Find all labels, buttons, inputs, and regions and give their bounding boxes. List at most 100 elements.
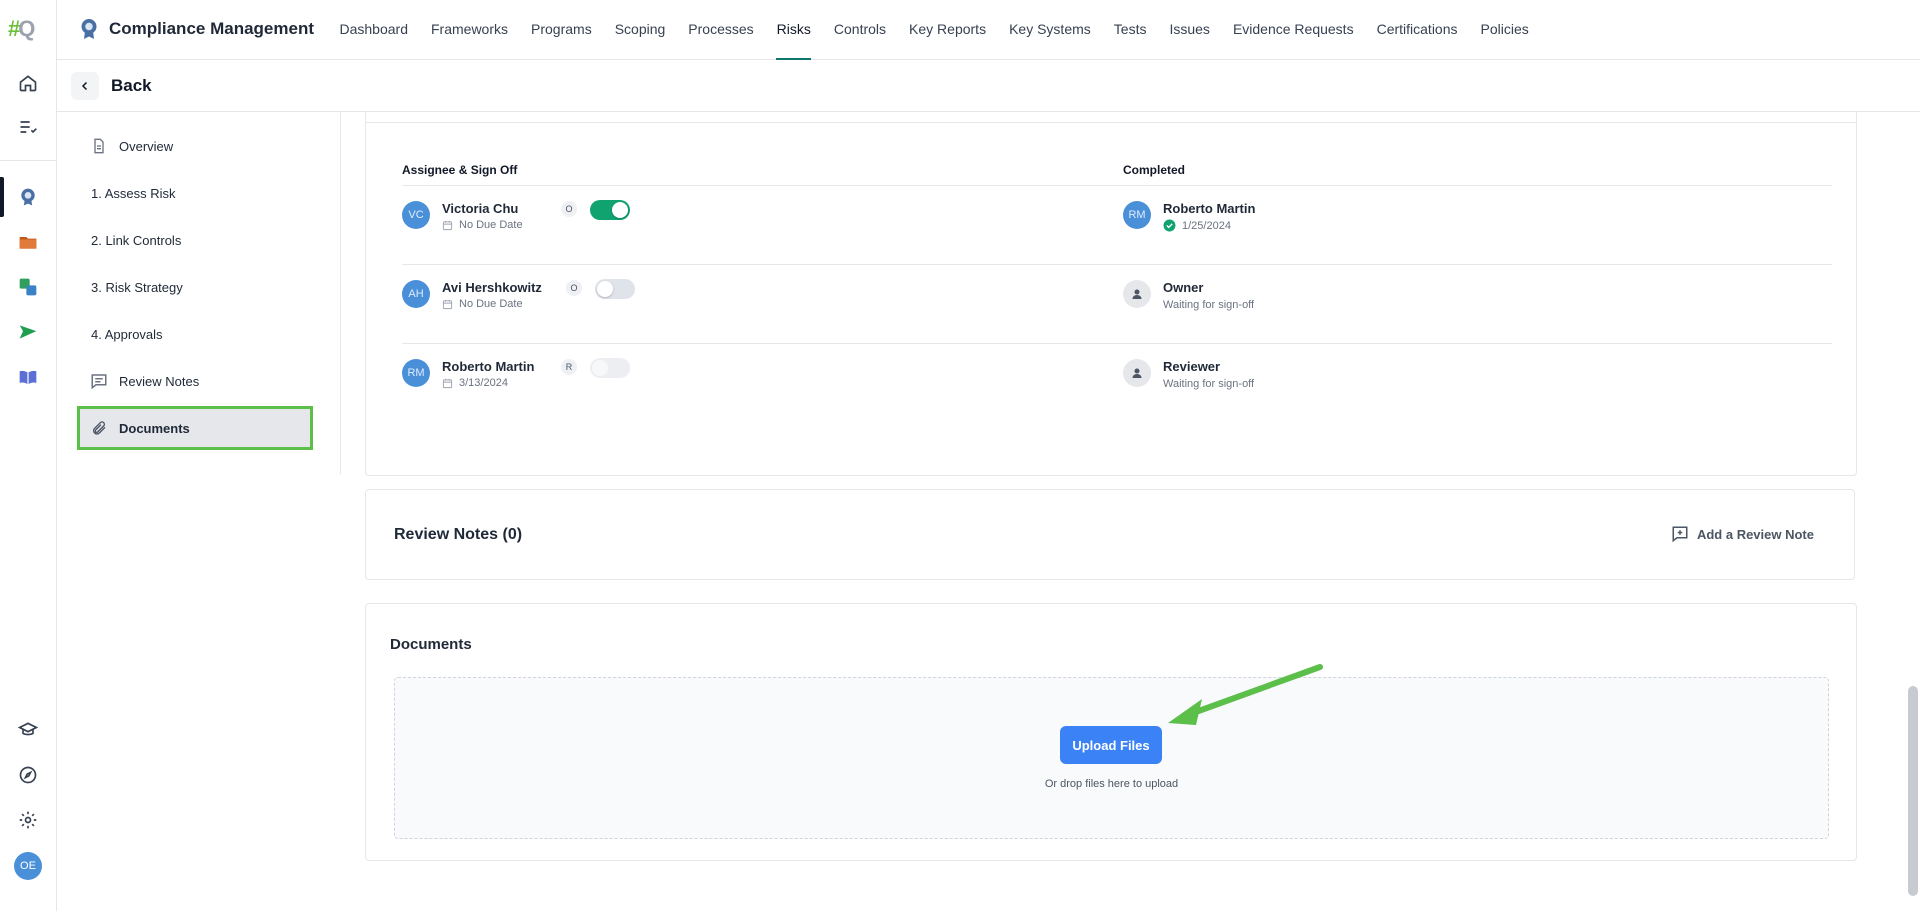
side-item-label: Documents — [119, 420, 190, 436]
assignee-avatar: VC — [402, 201, 430, 229]
completed-role: Reviewer — [1163, 359, 1221, 374]
side-item-review-notes[interactable]: Review Notes — [77, 359, 313, 403]
completed-date-text: 1/25/2024 — [1182, 219, 1231, 232]
send-icon[interactable] — [10, 314, 46, 350]
assignee-name: Avi Hershkowitz — [442, 280, 542, 295]
back-button[interactable] — [71, 72, 99, 100]
side-item-label: 4. Approvals — [91, 326, 163, 342]
side-item-label: 3. Risk Strategy — [91, 279, 183, 295]
calendar-icon — [442, 378, 453, 388]
side-item-link-controls[interactable]: 2. Link Controls — [77, 218, 313, 262]
graduation-cap-icon[interactable] — [10, 712, 46, 748]
main-content: Assignee & Sign Off Completed VC Victori… — [341, 112, 1901, 911]
compliance-logo-icon — [81, 19, 97, 39]
nav-processes[interactable]: Processes — [677, 0, 765, 60]
side-item-label: 2. Link Controls — [91, 232, 182, 248]
documents-title: Documents — [390, 636, 472, 653]
assignee-avatar: RM — [402, 359, 430, 387]
nav-key-reports[interactable]: Key Reports — [898, 0, 998, 60]
scrollbar[interactable] — [1908, 686, 1918, 896]
side-item-overview[interactable]: Overview — [77, 124, 313, 168]
col-assignee-header: Assignee & Sign Off — [402, 163, 518, 177]
nav-policies[interactable]: Policies — [1469, 0, 1540, 60]
side-item-approvals[interactable]: 4. Approvals — [77, 312, 313, 356]
due-date: No Due Date — [442, 298, 523, 310]
assignee-name: Victoria Chu — [442, 201, 519, 216]
section-divider — [366, 122, 1856, 123]
nav-issues[interactable]: Issues — [1158, 0, 1221, 60]
nav-tabs: Dashboard Frameworks Programs Scoping Pr… — [328, 0, 1540, 60]
user-avatar[interactable]: OE — [14, 852, 42, 880]
top-navigation: Compliance Management Dashboard Framewor… — [57, 0, 1920, 60]
upload-files-button[interactable]: Upload Files — [1060, 726, 1162, 764]
section-menu: Overview 1. Assess Risk 2. Link Controls… — [57, 112, 341, 474]
nav-key-systems[interactable]: Key Systems — [998, 0, 1103, 60]
compliance-badge-icon[interactable] — [10, 179, 46, 215]
side-item-documents[interactable]: Documents — [77, 406, 313, 450]
sign-off-toggle[interactable] — [590, 358, 630, 378]
assignee-card: Assignee & Sign Off Completed VC Victori… — [365, 112, 1857, 476]
nav-dashboard[interactable]: Dashboard — [328, 0, 420, 60]
compass-icon[interactable] — [10, 757, 46, 793]
book-icon[interactable] — [10, 359, 46, 395]
row-divider — [402, 343, 1832, 344]
add-review-note-button[interactable]: Add a Review Note — [1671, 525, 1814, 543]
nav-certifications[interactable]: Certifications — [1365, 0, 1469, 60]
documents-card: Documents Upload Files Or drop files her… — [365, 603, 1857, 861]
nav-tests[interactable]: Tests — [1102, 0, 1158, 60]
sign-off-toggle[interactable] — [590, 200, 630, 220]
nav-scoping[interactable]: Scoping — [603, 0, 677, 60]
side-item-risk-strategy[interactable]: 3. Risk Strategy — [77, 265, 313, 309]
completed-name: Roberto Martin — [1163, 201, 1256, 216]
calendar-icon — [442, 220, 453, 230]
gear-icon[interactable] — [10, 802, 46, 838]
sign-off-toggle[interactable] — [595, 279, 635, 299]
rail-divider — [0, 160, 56, 161]
folder-icon[interactable] — [10, 224, 46, 260]
col-completed-header: Completed — [1123, 163, 1186, 177]
user-icon — [1132, 368, 1142, 378]
completed-status: Waiting for sign-off — [1163, 378, 1255, 390]
side-item-label: Review Notes — [119, 373, 200, 389]
rail-active-indicator — [0, 177, 4, 217]
nav-evidence-requests[interactable]: Evidence Requests — [1221, 0, 1365, 60]
user-icon — [1132, 289, 1142, 299]
row-divider — [402, 264, 1832, 265]
due-date: 3/13/2024 — [442, 377, 508, 389]
paperclip-icon — [89, 418, 109, 438]
file-dropzone[interactable]: Upload Files Or drop files here to uploa… — [394, 677, 1829, 839]
app-title: Compliance Management — [109, 19, 314, 38]
brand[interactable]: Compliance Management — [79, 18, 314, 40]
side-item-assess-risk[interactable]: 1. Assess Risk — [77, 171, 313, 215]
check-circle-icon — [1163, 219, 1176, 232]
nav-controls[interactable]: Controls — [822, 0, 897, 60]
completed-role: Owner — [1163, 280, 1204, 295]
back-label[interactable]: Back — [111, 76, 152, 96]
row-divider — [402, 185, 1832, 186]
assignee-avatar: AH — [402, 280, 430, 308]
nav-risks[interactable]: Risks — [765, 0, 822, 60]
assignee-name: Roberto Martin — [442, 359, 535, 374]
add-review-note-label: Add a Review Note — [1696, 526, 1814, 542]
completed-avatar: RM — [1123, 201, 1151, 229]
nav-programs[interactable]: Programs — [520, 0, 604, 60]
review-notes-card: Review Notes (0) Add a Review Note — [365, 489, 1855, 580]
reviewer-placeholder-avatar — [1123, 359, 1151, 387]
chevron-left-icon — [81, 81, 88, 91]
review-notes-title: Review Notes (0) — [394, 526, 523, 543]
completed-date: 1/25/2024 — [1163, 219, 1231, 232]
add-comment-icon — [1672, 526, 1688, 543]
home-icon[interactable] — [10, 65, 46, 101]
tasks-icon[interactable] — [10, 109, 46, 145]
nav-frameworks[interactable]: Frameworks — [420, 0, 520, 60]
due-date-text: No Due Date — [459, 298, 523, 310]
app-logo[interactable]: #Q — [8, 16, 35, 42]
owner-placeholder-avatar — [1123, 280, 1151, 308]
drop-hint: Or drop files here to upload — [1044, 778, 1179, 790]
role-badge: O — [566, 280, 582, 296]
due-date: No Due Date — [442, 219, 523, 231]
side-item-label: Overview — [119, 138, 174, 154]
side-item-label: 1. Assess Risk — [91, 185, 176, 201]
due-date-text: 3/13/2024 — [459, 377, 508, 389]
sync-icon[interactable] — [10, 269, 46, 305]
